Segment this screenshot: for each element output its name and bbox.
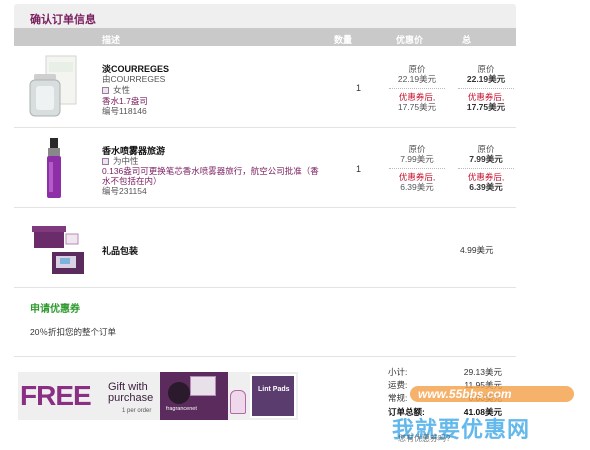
quantity-value: 1: [356, 83, 362, 93]
gift-box-image: [30, 220, 86, 280]
product-image-courreges[interactable]: [26, 54, 78, 120]
banner-free-text: FREE: [20, 380, 92, 411]
banner-lint-pads-image: Lint Pads: [250, 374, 296, 418]
have-coupon-link[interactable]: 您有优惠券吗?: [398, 433, 450, 444]
col-total: 总: [462, 35, 472, 45]
banner-gift-with-text: Gift with purchase: [108, 381, 154, 404]
total-price-cell: 原价 7.99美元 优惠券后, 6.39美元: [458, 144, 514, 192]
quantity-value: 1: [356, 164, 362, 174]
apply-coupon-title[interactable]: 申请优惠券: [30, 300, 80, 315]
coupon-price: 17.75美元: [397, 102, 437, 112]
banner-compact-icon: [168, 382, 190, 404]
free-gift-banner[interactable]: FREE Gift with purchase 1 per order fragr…: [18, 372, 298, 420]
coupon-label: 优惠券后,: [398, 172, 436, 182]
banner-per-order-text: 1 per order: [122, 408, 152, 414]
discount-price-cell: 原价 22.19美元 优惠券后, 17.75美元: [389, 64, 445, 112]
col-discount-price: 优惠价: [396, 35, 424, 45]
banner-bottle-icon: [230, 390, 246, 414]
banner-box-icon: [190, 376, 216, 396]
banner-brand-text: fragrancenet: [166, 406, 197, 412]
subtotal-value: 29.13美元: [463, 367, 502, 377]
total-price-cell: 原价 22.19美元 优惠券后, 17.75美元: [458, 64, 514, 112]
gift-wrap-price: 4.99美元: [460, 245, 494, 255]
coupon-label: 优惠券后,: [398, 92, 436, 102]
col-description: 描述: [102, 35, 121, 45]
gender-checkbox-icon: [102, 87, 109, 94]
total-coupon-price: 6.39美元: [469, 182, 503, 192]
gift-wrap-row: 礼品包装 4.99美元: [14, 208, 516, 288]
product-item-number: 编号118146: [102, 106, 147, 116]
total-coupon-label: 优惠券后,: [467, 92, 505, 102]
subtotal-label: 小计:: [388, 367, 408, 377]
total-coupon-price: 17.75美元: [466, 102, 506, 112]
discount-price-cell: 原价 7.99美元 优惠券后, 6.39美元: [389, 144, 445, 192]
original-price: 22.19美元: [397, 74, 437, 84]
page-title: 确认订单信息: [30, 14, 96, 26]
standard-label: 常规:: [388, 393, 408, 403]
order-item-row: 淡COURREGES 由COURREGES 女性 香水1.7盎司 编号11814…: [14, 46, 516, 128]
shipping-label: 运费:: [388, 380, 408, 390]
order-item-row: 香水喷雾器旅游 为中性 0.136盎司可更换笔芯香水喷雾器旅行，航空公司批准（香…: [14, 128, 516, 208]
total-original-price: 7.99美元: [469, 154, 503, 164]
watermark-url-badge: www.55bbs.com: [410, 386, 574, 402]
column-header-row: 描述 数量 优惠价 总: [14, 28, 516, 46]
total-coupon-label: 优惠券后,: [467, 172, 505, 182]
col-quantity: 数量: [334, 35, 353, 45]
product-item-number: 编号231154: [102, 186, 147, 196]
total-original-price: 22.19美元: [466, 74, 506, 84]
divider: [14, 356, 516, 357]
order-confirm-header: 确认订单信息: [14, 4, 516, 28]
product-image-atomizer[interactable]: [42, 136, 66, 202]
coupon-description: 20％折扣您的整个订单: [30, 327, 116, 337]
gender-checkbox-icon: [102, 158, 109, 165]
gift-wrap-label: 礼品包装: [102, 246, 139, 256]
coupon-price: 6.39美元: [400, 182, 434, 192]
original-price: 7.99美元: [400, 154, 434, 164]
